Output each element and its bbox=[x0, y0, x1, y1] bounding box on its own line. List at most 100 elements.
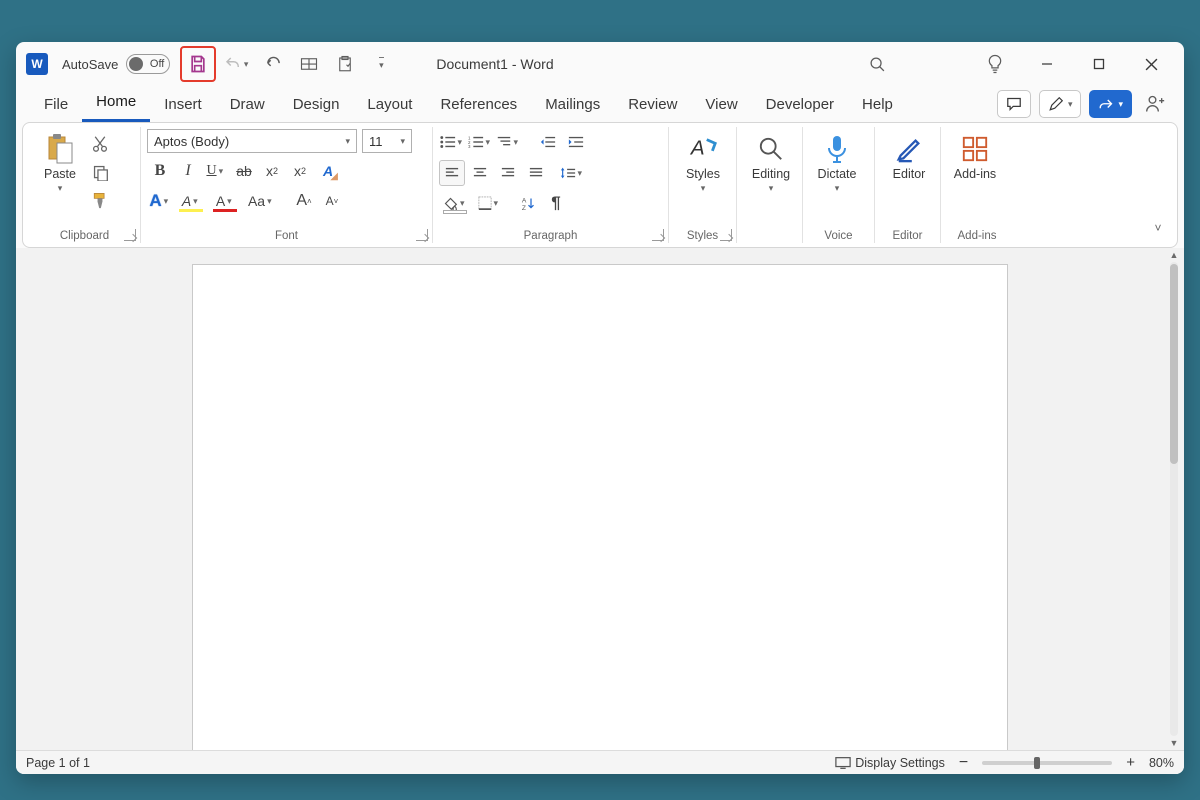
italic-button[interactable]: I bbox=[175, 158, 201, 184]
paste-button[interactable]: Paste ▾ bbox=[35, 129, 85, 194]
editor-button[interactable]: Editor bbox=[881, 129, 937, 181]
scroll-track[interactable] bbox=[1170, 262, 1178, 736]
grow-font-button[interactable]: A˄ bbox=[291, 188, 317, 214]
line-spacing-button[interactable]: ▾ bbox=[559, 160, 585, 186]
group-voice: Dictate▾ Voice bbox=[803, 127, 875, 243]
borders-button[interactable]: ▾ bbox=[473, 190, 505, 216]
group-label: Editor bbox=[875, 230, 940, 242]
scroll-down-icon[interactable]: ▼ bbox=[1170, 736, 1179, 750]
align-center-button[interactable] bbox=[467, 160, 493, 186]
align-left-button[interactable] bbox=[439, 160, 465, 186]
qat-btn-2[interactable] bbox=[330, 49, 360, 79]
align-right-button[interactable] bbox=[495, 160, 521, 186]
format-painter-button[interactable] bbox=[87, 187, 113, 213]
text-effects-button[interactable]: A▾ bbox=[147, 188, 173, 214]
zoom-slider[interactable] bbox=[982, 761, 1112, 765]
undo-icon bbox=[224, 55, 242, 73]
sort-button[interactable]: AZ bbox=[515, 190, 541, 216]
superscript-button[interactable]: x2 bbox=[287, 158, 313, 184]
scissors-icon bbox=[92, 135, 108, 153]
redo-icon bbox=[265, 56, 282, 73]
tab-mailings[interactable]: Mailings bbox=[531, 88, 614, 122]
brush-icon bbox=[91, 191, 109, 209]
strikethrough-button[interactable]: ab bbox=[231, 158, 257, 184]
editing-mode-button[interactable]: ▾ bbox=[1039, 90, 1082, 118]
lightbulb-icon bbox=[987, 54, 1003, 74]
tab-home[interactable]: Home bbox=[82, 85, 150, 122]
ribbon-tabs: File Home Insert Draw Design Layout Refe… bbox=[16, 86, 1184, 122]
account-button[interactable] bbox=[1140, 94, 1170, 114]
addins-button[interactable]: Add-ins bbox=[947, 129, 1003, 181]
zoom-in-button[interactable]: + bbox=[1122, 754, 1139, 771]
tab-references[interactable]: References bbox=[426, 88, 531, 122]
monitor-icon bbox=[835, 756, 851, 770]
qat-customize[interactable]: ▾ bbox=[366, 49, 396, 79]
search-button[interactable] bbox=[854, 48, 900, 80]
tab-review[interactable]: Review bbox=[614, 88, 691, 122]
maximize-button[interactable] bbox=[1076, 48, 1122, 80]
cut-button[interactable] bbox=[87, 131, 113, 157]
decrease-indent-button[interactable] bbox=[535, 129, 561, 155]
collapse-ribbon-button[interactable]: ˅ bbox=[1145, 215, 1171, 241]
underline-button[interactable]: U▾ bbox=[203, 158, 229, 184]
qat-btn-1[interactable] bbox=[294, 49, 324, 79]
subscript-button[interactable]: x2 bbox=[259, 158, 285, 184]
dialog-launcher[interactable] bbox=[720, 229, 732, 241]
close-button[interactable] bbox=[1128, 48, 1174, 80]
tab-view[interactable]: View bbox=[691, 88, 751, 122]
svg-text:A: A bbox=[521, 197, 526, 204]
share-button[interactable]: ▾ bbox=[1089, 90, 1132, 118]
dialog-launcher[interactable] bbox=[124, 229, 136, 241]
search-icon bbox=[869, 56, 886, 73]
styles-button[interactable]: A Styles▾ bbox=[675, 129, 731, 194]
grid-icon bbox=[300, 56, 318, 72]
change-case-button[interactable]: Aa▾ bbox=[243, 188, 279, 214]
scroll-thumb[interactable] bbox=[1170, 264, 1178, 464]
help-lightbulb[interactable] bbox=[972, 48, 1018, 80]
show-marks-button[interactable]: ¶ bbox=[543, 190, 569, 216]
shading-button[interactable]: ▾ bbox=[439, 190, 471, 216]
comments-button[interactable] bbox=[997, 90, 1031, 118]
copy-button[interactable] bbox=[87, 159, 113, 185]
tab-file[interactable]: File bbox=[30, 88, 82, 122]
find-icon bbox=[755, 133, 787, 165]
vertical-scrollbar[interactable]: ▲ ▼ bbox=[1166, 248, 1182, 750]
document-page[interactable] bbox=[192, 264, 1008, 750]
justify-button[interactable] bbox=[523, 160, 549, 186]
group-label: Font bbox=[141, 230, 432, 242]
tab-design[interactable]: Design bbox=[279, 88, 354, 122]
multilevel-icon bbox=[496, 135, 512, 149]
font-color-button[interactable]: A▾ bbox=[209, 188, 241, 214]
font-name-combo[interactable]: Aptos (Body)▾ bbox=[147, 129, 357, 153]
numbering-button[interactable]: 123▾ bbox=[467, 129, 493, 155]
tab-insert[interactable]: Insert bbox=[150, 88, 216, 122]
tab-developer[interactable]: Developer bbox=[752, 88, 848, 122]
minimize-button[interactable] bbox=[1024, 48, 1070, 80]
clear-format-button[interactable]: A◢ bbox=[315, 158, 341, 184]
editing-button[interactable]: Editing▾ bbox=[743, 129, 799, 194]
dialog-launcher[interactable] bbox=[652, 229, 664, 241]
scroll-up-icon[interactable]: ▲ bbox=[1170, 248, 1179, 262]
undo-button[interactable]: ▾ bbox=[222, 49, 252, 79]
tab-help[interactable]: Help bbox=[848, 88, 907, 122]
bold-button[interactable]: B bbox=[147, 158, 173, 184]
bullets-button[interactable]: ▾ bbox=[439, 129, 465, 155]
zoom-value[interactable]: 80% bbox=[1149, 756, 1174, 770]
dictate-button[interactable]: Dictate▾ bbox=[809, 129, 865, 194]
zoom-out-button[interactable]: − bbox=[955, 754, 972, 772]
multilevel-button[interactable]: ▾ bbox=[495, 129, 521, 155]
font-size-combo[interactable]: 11▾ bbox=[362, 129, 412, 153]
highlight-button[interactable]: A▾ bbox=[175, 188, 207, 214]
autosave-toggle[interactable]: Off bbox=[126, 54, 170, 74]
increase-indent-button[interactable] bbox=[563, 129, 589, 155]
display-settings-button[interactable]: Display Settings bbox=[835, 756, 945, 770]
save-button[interactable] bbox=[183, 49, 213, 79]
tab-draw[interactable]: Draw bbox=[216, 88, 279, 122]
page-indicator[interactable]: Page 1 of 1 bbox=[26, 756, 90, 770]
tab-layout[interactable]: Layout bbox=[353, 88, 426, 122]
zoom-thumb[interactable] bbox=[1034, 757, 1040, 769]
align-right-icon bbox=[501, 167, 515, 179]
shrink-font-button[interactable]: A˅ bbox=[319, 188, 345, 214]
dialog-launcher[interactable] bbox=[416, 229, 428, 241]
redo-button[interactable] bbox=[258, 49, 288, 79]
